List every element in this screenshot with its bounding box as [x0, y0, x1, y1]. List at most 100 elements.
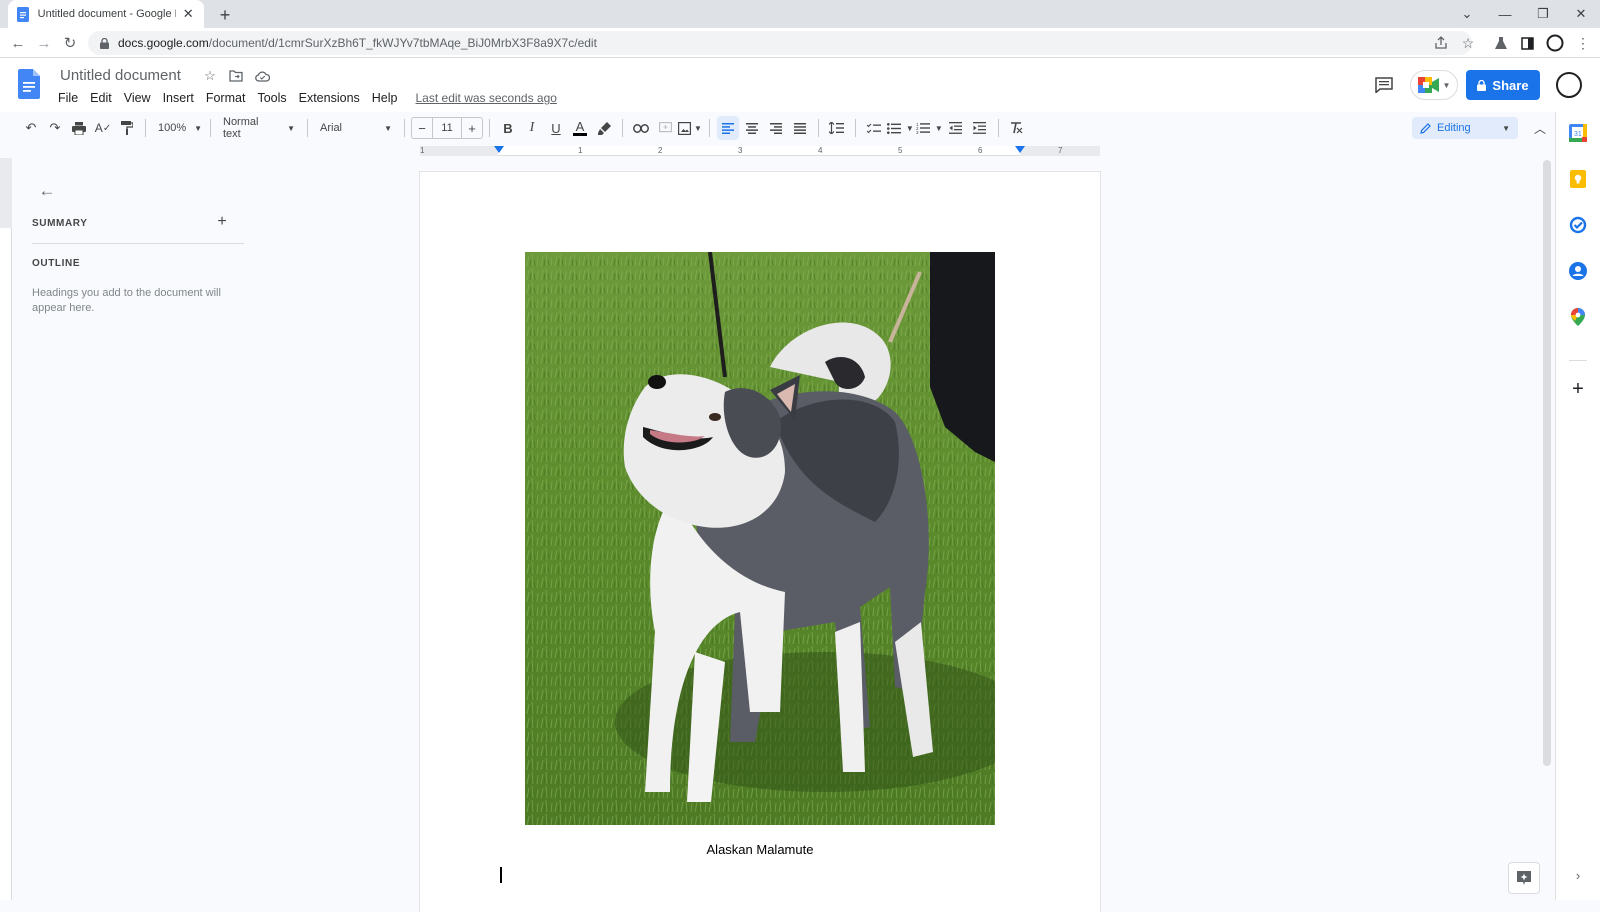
justify-icon[interactable]	[789, 116, 811, 140]
menu-file[interactable]: File	[52, 89, 84, 107]
insert-link-icon[interactable]	[630, 116, 652, 140]
undo-icon[interactable]: ↶	[20, 116, 42, 140]
align-center-icon[interactable]	[741, 116, 763, 140]
horizontal-ruler[interactable]: 1 1 2 3 4 5 6 7	[420, 146, 1100, 156]
tasks-icon[interactable]	[1567, 214, 1589, 236]
image-caption[interactable]: Alaskan Malamute	[420, 842, 1100, 857]
text-color-button[interactable]: A	[569, 116, 591, 140]
menu-format[interactable]: Format	[200, 89, 252, 107]
calendar-icon[interactable]: 31	[1567, 122, 1589, 144]
expand-side-panel-chevron-icon[interactable]: ›	[1570, 867, 1586, 883]
account-avatar[interactable]	[1556, 72, 1582, 98]
url-input[interactable]: docs.google.com/document/d/1cmrSurXzBh6T…	[88, 31, 1472, 55]
clear-formatting-icon[interactable]	[1006, 116, 1028, 140]
get-addons-plus-icon[interactable]: +	[1567, 378, 1589, 400]
menu-help[interactable]: Help	[366, 89, 404, 107]
decrease-font-size-button[interactable]: −	[412, 121, 432, 136]
profile-icon[interactable]	[1544, 32, 1566, 54]
redo-icon[interactable]: ↷	[44, 116, 66, 140]
bookmark-star-icon[interactable]: ☆	[1457, 32, 1479, 54]
right-indent-marker[interactable]	[1015, 146, 1025, 153]
document-outline-panel: ← SUMMARY + OUTLINE Headings you add to …	[12, 158, 252, 900]
share-label: Share	[1492, 78, 1528, 93]
share-button[interactable]: Share	[1466, 70, 1540, 100]
vertical-ruler[interactable]	[0, 158, 12, 900]
reload-icon[interactable]: ↻	[60, 33, 80, 53]
labs-flask-icon[interactable]	[1490, 32, 1512, 54]
menu-insert[interactable]: Insert	[157, 89, 200, 107]
explore-button[interactable]	[1508, 862, 1540, 894]
side-panel-icon[interactable]	[1516, 32, 1538, 54]
caret-down-icon: ▼	[1502, 124, 1510, 133]
align-left-icon[interactable]	[717, 116, 739, 140]
restore-icon[interactable]: ❐	[1528, 4, 1558, 24]
numbered-list-icon[interactable]: 123 ▼	[916, 116, 943, 140]
star-icon[interactable]: ☆	[202, 68, 218, 84]
bold-button[interactable]: B	[497, 116, 519, 140]
scrollbar-thumb[interactable]	[1543, 160, 1551, 766]
minimize-icon[interactable]: —	[1490, 4, 1520, 24]
docs-logo-icon[interactable]	[18, 69, 40, 99]
url-text: docs.google.com/document/d/1cmrSurXzBh6T…	[118, 36, 597, 50]
add-comment-icon[interactable]	[654, 116, 676, 140]
style-value: Normal text	[223, 116, 279, 140]
new-tab-button[interactable]: +	[214, 4, 236, 26]
caret-down-icon: ▼	[194, 124, 202, 133]
spellcheck-icon[interactable]: A✓	[92, 116, 114, 140]
dog-photo[interactable]	[525, 252, 995, 825]
move-folder-icon[interactable]	[228, 68, 244, 84]
document-title[interactable]: Untitled document	[60, 67, 181, 84]
close-tab-icon[interactable]: ✕	[180, 6, 196, 22]
add-summary-button[interactable]: +	[212, 212, 232, 232]
left-indent-marker[interactable]	[494, 146, 504, 153]
keep-icon[interactable]	[1567, 168, 1589, 190]
close-window-icon[interactable]: ✕	[1566, 4, 1596, 24]
toolbar-divider	[404, 119, 405, 137]
menu-view[interactable]: View	[118, 89, 157, 107]
title-actions: ☆	[202, 68, 270, 84]
insert-image-icon[interactable]: ▼	[678, 116, 702, 140]
vertical-scrollbar[interactable]	[1540, 158, 1554, 900]
align-right-icon[interactable]	[765, 116, 787, 140]
font-select[interactable]: Arial▼	[314, 116, 398, 140]
meet-button[interactable]: ▼	[1410, 70, 1458, 100]
menu-edit[interactable]: Edit	[84, 89, 118, 107]
bulleted-list-icon[interactable]: ▼	[887, 116, 914, 140]
paragraph-style-select[interactable]: Normal text▼	[217, 116, 301, 140]
close-outline-back-icon[interactable]: ←	[36, 180, 58, 202]
editing-mode-select[interactable]: Editing ▼	[1412, 117, 1518, 139]
toolbar-divider	[210, 119, 211, 137]
increase-font-size-button[interactable]: +	[462, 121, 482, 136]
decrease-indent-icon[interactable]	[945, 116, 967, 140]
toolbar-divider	[709, 119, 710, 137]
increase-indent-icon[interactable]	[969, 116, 991, 140]
underline-button[interactable]: U	[545, 116, 567, 140]
comments-icon[interactable]	[1372, 74, 1396, 96]
forward-icon[interactable]: →	[34, 33, 54, 53]
document-page[interactable]: Alaskan Malamute	[420, 172, 1100, 912]
checklist-icon[interactable]	[863, 116, 885, 140]
maps-icon[interactable]	[1567, 306, 1589, 328]
italic-button[interactable]: I	[521, 116, 543, 140]
tab-search-icon[interactable]: ⌄	[1452, 4, 1482, 24]
print-icon[interactable]	[68, 116, 90, 140]
line-spacing-icon[interactable]	[826, 116, 848, 140]
browser-menu-icon[interactable]: ⋮	[1572, 32, 1594, 54]
svg-text:31: 31	[1574, 131, 1582, 138]
paint-format-icon[interactable]	[116, 116, 138, 140]
browser-tab[interactable]: Untitled document - Google Docs ✕	[8, 0, 204, 28]
font-size-input[interactable]: 11	[432, 118, 462, 138]
toolbar-divider	[998, 119, 999, 137]
zoom-select[interactable]: 100%▼	[152, 116, 204, 140]
toolbar-divider	[818, 119, 819, 137]
contacts-icon[interactable]	[1567, 260, 1589, 282]
share-page-icon[interactable]	[1430, 32, 1452, 54]
back-icon[interactable]: ←	[8, 33, 28, 53]
menu-extensions[interactable]: Extensions	[293, 89, 366, 107]
highlight-color-icon[interactable]	[593, 116, 615, 140]
hide-menus-chevron-up-icon[interactable]: ︿	[1530, 118, 1550, 138]
cloud-saved-icon[interactable]	[254, 68, 270, 84]
last-edit-link[interactable]: Last edit was seconds ago	[416, 89, 557, 107]
menu-tools[interactable]: Tools	[251, 89, 292, 107]
font-size-stepper: − 11 +	[411, 117, 483, 139]
